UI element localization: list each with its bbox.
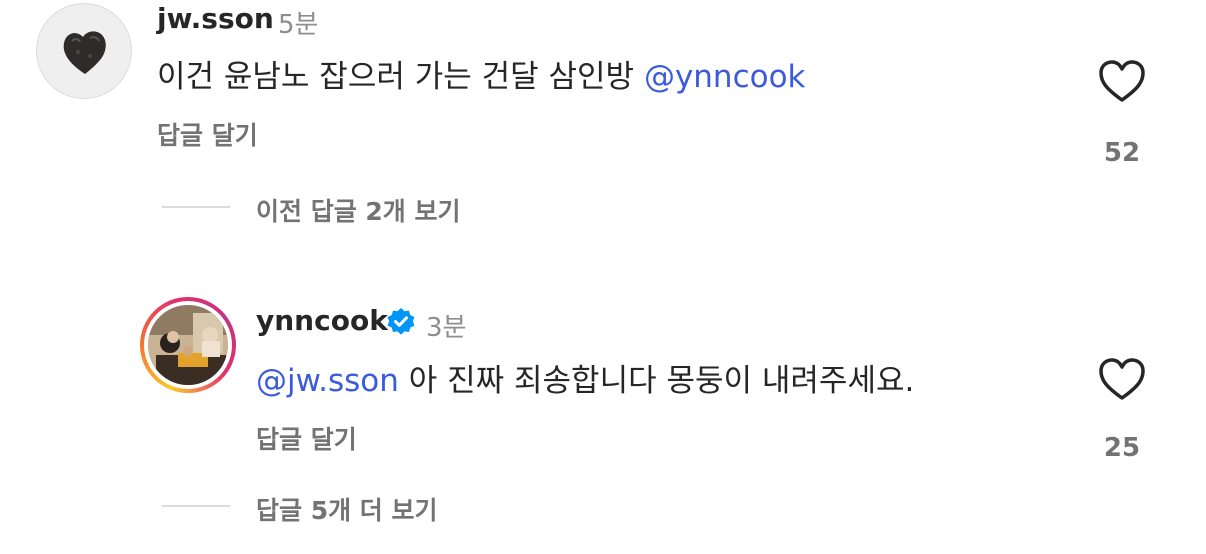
avatar-photo xyxy=(148,305,228,385)
comment-username[interactable]: ynncook xyxy=(256,304,388,337)
like-count: 52 xyxy=(1103,138,1141,168)
heart-icon xyxy=(1099,358,1145,400)
view-more-replies-button[interactable]: 답글 5개 더 보기 xyxy=(256,491,438,527)
avatar[interactable] xyxy=(140,297,236,393)
heart-rock-avatar-image xyxy=(63,31,106,74)
like-count: 25 xyxy=(1103,433,1141,463)
avatar[interactable] xyxy=(36,3,132,99)
view-replies-button[interactable]: 이전 답글 2개 보기 xyxy=(256,192,461,228)
like-button[interactable] xyxy=(1098,59,1146,107)
mention-link[interactable]: @jw.sson xyxy=(256,363,399,399)
comment-body: 아 진짜 죄송합니다 몽둥이 내려주세요. xyxy=(398,363,915,399)
comment-text: 이건 윤남노 잡으러 가는 건달 삼인방 @ynncook xyxy=(157,51,806,96)
like-button[interactable] xyxy=(1098,357,1146,405)
reply-button[interactable]: 답글 달기 xyxy=(157,116,258,152)
divider xyxy=(162,505,230,507)
comment-body: 이건 윤남노 잡으러 가는 건달 삼인방 xyxy=(157,59,644,95)
comment-text: @jw.sson 아 진짜 죄송합니다 몽둥이 내려주세요. xyxy=(256,355,914,400)
reply-button[interactable]: 답글 달기 xyxy=(256,420,357,456)
heart-icon xyxy=(1099,60,1145,102)
comment-time: 5분 xyxy=(278,10,319,40)
comment-username[interactable]: jw.sson xyxy=(157,2,274,35)
mention-link[interactable]: @ynncook xyxy=(644,59,806,95)
verified-badge-icon xyxy=(386,307,416,341)
divider xyxy=(162,206,230,208)
comment-time: 3분 xyxy=(426,313,467,343)
